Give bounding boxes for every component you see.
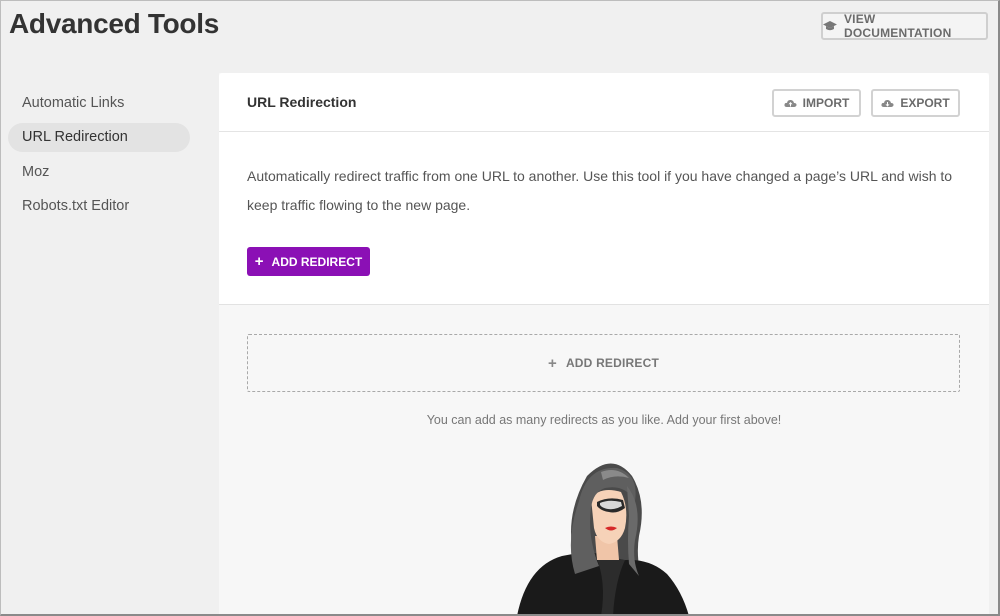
graduation-cap-icon xyxy=(823,21,837,31)
sidebar-item-label: Automatic Links xyxy=(22,94,125,111)
sidebar-item-moz[interactable]: Moz xyxy=(8,157,190,186)
add-redirect-button[interactable]: + ADD REDIRECT xyxy=(247,247,370,276)
plus-icon: + xyxy=(547,354,557,372)
mascot-illustration xyxy=(517,463,689,616)
sidebar-item-label: Robots.txt Editor xyxy=(22,198,130,214)
view-documentation-button[interactable]: VIEW DOCUMENTATION xyxy=(821,12,988,40)
cloud-upload-icon xyxy=(784,99,797,107)
export-button[interactable]: EXPORT xyxy=(871,89,960,117)
card-title: URL Redirection xyxy=(247,94,357,110)
sidebar-item-label: Moz xyxy=(22,163,50,180)
import-button[interactable]: IMPORT xyxy=(772,89,861,117)
sidebar-item-automatic-links[interactable]: Automatic Links xyxy=(8,88,190,117)
main-panel: URL Redirection IMPORT EXPORT Automatica… xyxy=(219,73,989,616)
cloud-download-icon xyxy=(881,99,894,107)
import-label: IMPORT xyxy=(802,96,850,110)
sidebar-item-robots-txt-editor[interactable]: Robots.txt Editor xyxy=(8,192,190,221)
sidebar-item-url-redirection[interactable]: URL Redirection xyxy=(8,122,190,152)
empty-state-message: You can add as many redirects as you lik… xyxy=(426,413,782,427)
card-header: URL Redirection IMPORT EXPORT xyxy=(219,73,989,132)
add-redirect-label: ADD REDIRECT xyxy=(271,254,363,269)
sidebar: Automatic Links URL Redirection Moz Robo… xyxy=(8,88,190,226)
redirection-card: URL Redirection IMPORT EXPORT Automatica… xyxy=(219,73,989,305)
export-label: EXPORT xyxy=(900,96,950,110)
view-documentation-label: VIEW DOCUMENTATION xyxy=(843,12,952,40)
page-title: Advanced Tools xyxy=(9,8,219,39)
add-redirect-dropzone-label: ADD REDIRECT xyxy=(565,356,660,370)
add-redirect-dropzone[interactable]: + ADD REDIRECT xyxy=(247,334,960,392)
sidebar-item-label: URL Redirection xyxy=(22,129,128,145)
plus-icon: + xyxy=(254,253,264,270)
description-text: Automatically redirect traffic from one … xyxy=(247,168,953,213)
